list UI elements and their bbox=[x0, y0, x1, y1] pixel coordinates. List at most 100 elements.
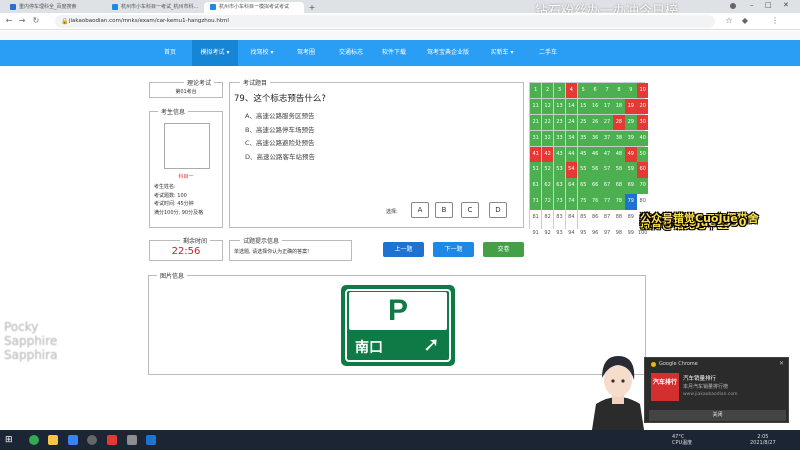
answer-grid-cell[interactable]: 64 bbox=[565, 178, 578, 194]
answer-grid-cell[interactable]: 46 bbox=[589, 146, 601, 162]
answer-grid-cell[interactable]: 2 bbox=[541, 83, 554, 99]
answer-grid-cell[interactable]: 51 bbox=[530, 162, 542, 178]
answer-grid-cell[interactable]: 73 bbox=[553, 194, 566, 210]
obs-taskbar-icon[interactable] bbox=[87, 435, 97, 445]
nav-find-school[interactable]: 找驾校 ▾ bbox=[240, 40, 284, 66]
nav-mock-exam[interactable]: 模拟考试 ▾ bbox=[192, 40, 238, 66]
answer-grid-cell[interactable]: 82 bbox=[541, 210, 554, 226]
answer-grid-cell[interactable]: 22 bbox=[541, 114, 554, 131]
answer-grid-cell[interactable]: 57 bbox=[601, 162, 613, 178]
star-icon[interactable]: ☆ bbox=[724, 16, 734, 26]
answer-c-button[interactable]: C bbox=[461, 202, 479, 218]
answer-grid-cell[interactable]: 15 bbox=[577, 98, 589, 115]
app-icon-7[interactable] bbox=[146, 435, 156, 445]
answer-grid-cell[interactable]: 10 bbox=[637, 83, 649, 99]
answer-grid-cell[interactable]: 94 bbox=[565, 226, 578, 242]
answer-grid-cell[interactable]: 43 bbox=[553, 146, 566, 162]
answer-grid-cell[interactable]: 42 bbox=[541, 146, 554, 162]
answer-grid-cell[interactable]: 3 bbox=[553, 83, 566, 99]
answer-grid-cell[interactable]: 99 bbox=[625, 226, 637, 242]
answer-grid-cell[interactable]: 87 bbox=[601, 210, 613, 226]
answer-grid-cell[interactable]: 35 bbox=[577, 130, 589, 147]
answer-grid-cell[interactable]: 69 bbox=[625, 178, 637, 194]
option-d[interactable]: D、高速公路客车站预告 bbox=[245, 151, 315, 165]
answer-grid-cell[interactable]: 52 bbox=[541, 162, 554, 178]
answer-grid-cell[interactable]: 92 bbox=[541, 226, 554, 242]
answer-grid-cell[interactable]: 41 bbox=[530, 146, 542, 162]
answer-grid-cell[interactable]: 89 bbox=[625, 210, 637, 226]
answer-grid-cell[interactable]: 76 bbox=[589, 194, 601, 210]
answer-grid-cell[interactable]: 20 bbox=[637, 98, 649, 115]
profile-icon[interactable] bbox=[730, 3, 736, 9]
nav-new-car[interactable]: 买新车 ▾ bbox=[482, 40, 522, 66]
answer-grid-cell[interactable]: 8 bbox=[613, 83, 625, 99]
notification-dismiss-button[interactable]: 关闭 bbox=[649, 410, 786, 421]
prev-question-button[interactable]: 上一题 bbox=[383, 242, 424, 257]
answer-grid-cell[interactable]: 18 bbox=[613, 98, 625, 115]
answer-grid-cell[interactable]: 96 bbox=[589, 226, 601, 242]
nav-home[interactable]: 首页 bbox=[150, 40, 190, 66]
answer-grid-cell[interactable]: 83 bbox=[553, 210, 566, 226]
answer-grid-cell[interactable]: 21 bbox=[530, 114, 542, 131]
answer-grid-cell[interactable]: 4 bbox=[565, 83, 578, 99]
answer-grid-cell[interactable]: 55 bbox=[577, 162, 589, 178]
option-a[interactable]: A、高速公路服务区预告 bbox=[245, 110, 315, 124]
answer-grid-cell[interactable]: 59 bbox=[625, 162, 637, 178]
next-question-button[interactable]: 下一题 bbox=[433, 242, 474, 257]
browser-tab-3[interactable]: 杭州市小车科目一模拟考试考试 bbox=[204, 2, 304, 13]
menu-icon[interactable]: ⋮ bbox=[770, 16, 780, 26]
answer-grid-cell[interactable]: 29 bbox=[625, 114, 637, 131]
answer-grid-cell[interactable]: 77 bbox=[601, 194, 613, 210]
answer-grid-cell[interactable]: 58 bbox=[613, 162, 625, 178]
answer-grid-cell[interactable]: 25 bbox=[577, 114, 589, 131]
answer-grid-cell[interactable]: 86 bbox=[589, 210, 601, 226]
app-icon-6[interactable] bbox=[127, 435, 137, 445]
answer-grid-cell[interactable]: 74 bbox=[565, 194, 578, 210]
answer-grid-cell[interactable]: 36 bbox=[589, 130, 601, 147]
nav-used-car[interactable]: 二手车 bbox=[528, 40, 568, 66]
notification-close-icon[interactable]: ✕ bbox=[779, 360, 784, 367]
answer-grid-cell[interactable]: 91 bbox=[530, 226, 542, 242]
answer-grid-cell[interactable]: 65 bbox=[577, 178, 589, 194]
answer-grid-cell[interactable]: 66 bbox=[589, 178, 601, 194]
answer-grid-cell[interactable]: 50 bbox=[637, 146, 649, 162]
minimize-icon[interactable]: – bbox=[750, 1, 754, 9]
answer-grid-cell[interactable]: 79 bbox=[625, 194, 637, 210]
chrome-taskbar-icon[interactable] bbox=[29, 435, 39, 445]
nav-enterprise[interactable]: 驾考宝典企业版 bbox=[416, 40, 480, 66]
browser-tab-1[interactable]: 重内停车理科全_百度搜索 bbox=[4, 2, 104, 13]
answer-grid-cell[interactable]: 33 bbox=[553, 130, 566, 147]
answer-grid-cell[interactable]: 95 bbox=[577, 226, 589, 242]
answer-grid-cell[interactable]: 56 bbox=[589, 162, 601, 178]
answer-grid-cell[interactable]: 75 bbox=[577, 194, 589, 210]
answer-grid-cell[interactable]: 63 bbox=[553, 178, 566, 194]
answer-grid-cell[interactable]: 27 bbox=[601, 114, 613, 131]
windows-start-icon[interactable]: ⊞ bbox=[5, 435, 13, 445]
answer-grid-cell[interactable]: 72 bbox=[541, 194, 554, 210]
answer-grid-cell[interactable]: 38 bbox=[613, 130, 625, 147]
answer-grid-cell[interactable]: 19 bbox=[625, 98, 637, 115]
answer-b-button[interactable]: B bbox=[435, 202, 453, 218]
answer-grid-cell[interactable]: 11 bbox=[530, 98, 542, 115]
answer-grid-cell[interactable]: 9 bbox=[625, 83, 637, 99]
chrome-notification[interactable]: Google Chrome ✕ 汽车排行 汽车销量排行 本月汽车销量排行榜 ww… bbox=[644, 357, 789, 423]
answer-grid-cell[interactable]: 16 bbox=[589, 98, 601, 115]
maximize-icon[interactable]: □ bbox=[765, 1, 772, 9]
answer-grid-cell[interactable]: 61 bbox=[530, 178, 542, 194]
answer-grid-cell[interactable]: 80 bbox=[637, 194, 649, 210]
answer-grid-cell[interactable]: 62 bbox=[541, 178, 554, 194]
answer-grid-cell[interactable]: 45 bbox=[577, 146, 589, 162]
answer-grid-cell[interactable]: 84 bbox=[565, 210, 578, 226]
close-icon[interactable]: ✕ bbox=[783, 1, 789, 9]
red-app-icon[interactable] bbox=[107, 435, 117, 445]
answer-grid-cell[interactable]: 68 bbox=[613, 178, 625, 194]
reload-icon[interactable]: ↻ bbox=[31, 16, 41, 26]
answer-grid-cell[interactable]: 85 bbox=[577, 210, 589, 226]
answer-grid-cell[interactable]: 88 bbox=[613, 210, 625, 226]
file-explorer-icon[interactable] bbox=[48, 435, 58, 445]
answer-grid-cell[interactable]: 34 bbox=[565, 130, 578, 147]
answer-grid-cell[interactable]: 81 bbox=[530, 210, 542, 226]
submit-exam-button[interactable]: 交卷 bbox=[483, 242, 524, 257]
clock[interactable]: 2:05 2021/8/27 bbox=[750, 434, 776, 446]
option-c[interactable]: C、高速公路避险处预告 bbox=[245, 137, 315, 151]
